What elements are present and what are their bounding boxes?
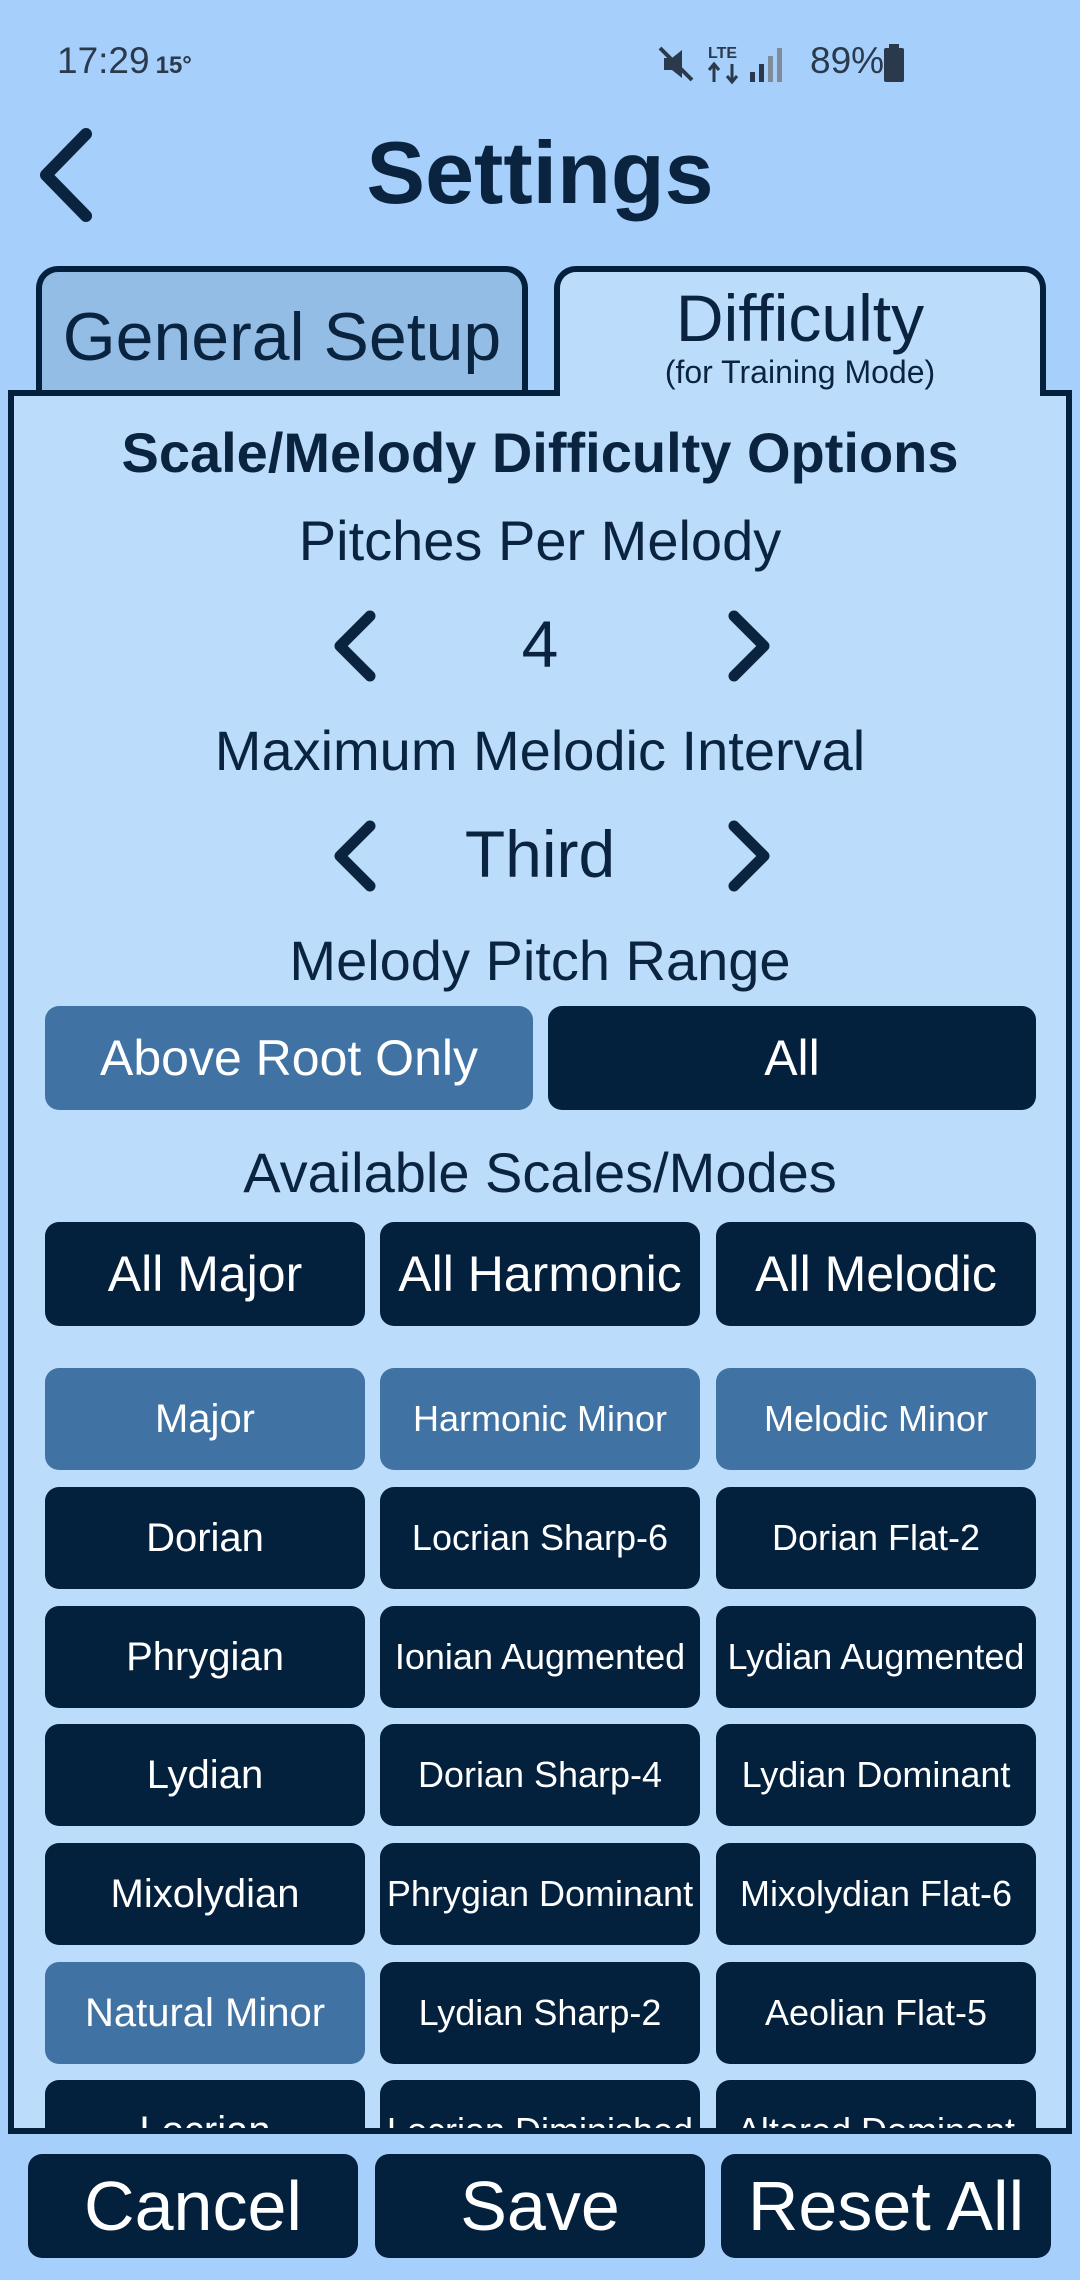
status-clock: 17:29 bbox=[57, 40, 150, 81]
mode-dorian-sharp-4-button[interactable]: Dorian Sharp-4 bbox=[380, 1724, 700, 1826]
tab-general-setup[interactable]: General Setup bbox=[36, 266, 528, 392]
all-harmonic-button[interactable]: All Harmonic bbox=[380, 1222, 700, 1326]
save-button[interactable]: Save bbox=[375, 2154, 705, 2258]
mode-lydian-button[interactable]: Lydian bbox=[45, 1724, 365, 1826]
range-above-root-button[interactable]: Above Root Only bbox=[45, 1006, 533, 1110]
status-icons: LTE 89% bbox=[658, 40, 1080, 90]
range-all-button[interactable]: All bbox=[548, 1006, 1036, 1110]
mode-phrygian-button[interactable]: Phrygian bbox=[45, 1606, 365, 1708]
mode-locrian-diminished-button[interactable]: Locrian Diminished bbox=[380, 2080, 700, 2128]
tab-difficulty-label: Difficulty bbox=[675, 281, 925, 355]
status-time: 17:29 15° bbox=[57, 40, 192, 82]
battery-percent: 89% bbox=[810, 40, 885, 81]
signal-icon bbox=[750, 48, 782, 82]
tab-difficulty[interactable]: Difficulty (for Training Mode) bbox=[554, 266, 1046, 396]
section-heading: Scale/Melody Difficulty Options bbox=[121, 421, 959, 484]
mode-ionian-augmented-button[interactable]: Ionian Augmented bbox=[380, 1606, 700, 1708]
mode-melodic-minor-button[interactable]: Melodic Minor bbox=[716, 1368, 1036, 1470]
mode-dorian-button[interactable]: Dorian bbox=[45, 1487, 365, 1589]
mute-icon bbox=[658, 46, 694, 82]
svg-text:LTE: LTE bbox=[708, 45, 737, 62]
pitches-increase-chevron-icon[interactable] bbox=[714, 606, 784, 686]
pitches-decrease-chevron-icon[interactable] bbox=[320, 606, 390, 686]
mode-altered-dominant-button[interactable]: Altered Dominant bbox=[716, 2080, 1036, 2128]
status-temperature: 15° bbox=[155, 52, 192, 79]
mode-major-button[interactable]: Major bbox=[45, 1368, 365, 1470]
interval-label: Maximum Melodic Interval bbox=[214, 719, 866, 782]
reset-all-button[interactable]: Reset All bbox=[721, 2154, 1051, 2258]
difficulty-panel: Scale/Melody Difficulty Options Pitches … bbox=[8, 390, 1072, 2134]
pitches-label: Pitches Per Melody bbox=[298, 509, 782, 572]
scales-label: Available Scales/Modes bbox=[243, 1141, 837, 1204]
tab-general-label: General Setup bbox=[62, 299, 502, 375]
mode-lydian-sharp-2-button[interactable]: Lydian Sharp-2 bbox=[380, 1962, 700, 2064]
lte-icon: LTE bbox=[707, 45, 739, 85]
mode-locrian-button[interactable]: Locrian bbox=[45, 2080, 365, 2128]
mode-lydian-augmented-button[interactable]: Lydian Augmented bbox=[716, 1606, 1036, 1708]
mode-lydian-dominant-button[interactable]: Lydian Dominant bbox=[716, 1724, 1036, 1826]
pitches-value: 4 bbox=[521, 607, 559, 681]
tab-difficulty-sublabel: (for Training Mode) bbox=[664, 354, 936, 390]
interval-value: Third bbox=[464, 817, 616, 891]
interval-increase-chevron-icon[interactable] bbox=[714, 816, 784, 896]
battery-icon bbox=[884, 44, 904, 82]
mode-phrygian-dominant-button[interactable]: Phrygian Dominant bbox=[380, 1843, 700, 1945]
mode-locrian-sharp-6-button[interactable]: Locrian Sharp-6 bbox=[380, 1487, 700, 1589]
mode-mixolydian-button[interactable]: Mixolydian bbox=[45, 1843, 365, 1945]
mode-dorian-flat-2-button[interactable]: Dorian Flat-2 bbox=[716, 1487, 1036, 1589]
all-melodic-button[interactable]: All Melodic bbox=[716, 1222, 1036, 1326]
mode-natural-minor-button[interactable]: Natural Minor bbox=[45, 1962, 365, 2064]
mode-aeolian-flat-5-button[interactable]: Aeolian Flat-5 bbox=[716, 1962, 1036, 2064]
interval-decrease-chevron-icon[interactable] bbox=[320, 816, 390, 896]
range-label: Melody Pitch Range bbox=[289, 929, 791, 992]
mode-harmonic-minor-button[interactable]: Harmonic Minor bbox=[380, 1368, 700, 1470]
mode-mixolydian-flat-6-button[interactable]: Mixolydian Flat-6 bbox=[716, 1843, 1036, 1945]
cancel-button[interactable]: Cancel bbox=[28, 2154, 358, 2258]
page-title: Settings bbox=[366, 123, 714, 222]
all-major-button[interactable]: All Major bbox=[45, 1222, 365, 1326]
